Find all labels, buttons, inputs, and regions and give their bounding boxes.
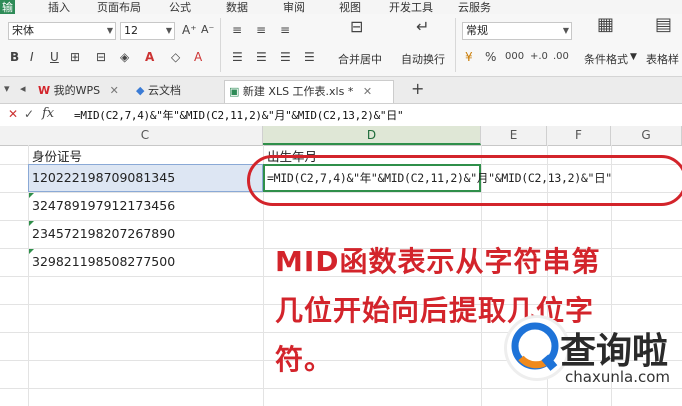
align-center-icon[interactable]: ☰ bbox=[256, 50, 267, 64]
cell-c1[interactable]: 身份证号 bbox=[32, 146, 82, 165]
font-grow-icon[interactable]: A⁺ bbox=[182, 23, 197, 37]
font-name-select[interactable]: 宋体 ▼ bbox=[8, 22, 116, 40]
font-shrink-icon[interactable]: A⁻ bbox=[201, 23, 214, 37]
column-header-e[interactable]: E bbox=[481, 126, 547, 145]
align-bottom-icon[interactable]: ≡ bbox=[280, 23, 290, 37]
spell-check-icon[interactable]: A bbox=[194, 50, 202, 64]
tab-cloud-doc[interactable]: ◆ 云文档 bbox=[136, 80, 218, 102]
cloud-doc-icon: ◆ bbox=[136, 84, 145, 97]
back-icon[interactable]: ◂ bbox=[20, 82, 26, 95]
tab-new-xls[interactable]: ▣ 新建 XLS 工作表.xls * ✕ bbox=[224, 80, 394, 103]
conditional-format-icon[interactable]: ▦ bbox=[597, 16, 614, 34]
tab-label: 新建 XLS 工作表.xls * bbox=[242, 85, 354, 98]
menu-review[interactable]: 审阅 bbox=[283, 0, 305, 15]
chevron-down-icon: ▼ bbox=[106, 26, 113, 35]
number-format-select[interactable]: 常规 ▼ bbox=[462, 22, 572, 40]
formula-input[interactable]: =MID(C2,7,4)&"年"&MID(C2,11,2)&"月"&MID(C2… bbox=[74, 107, 404, 123]
menu-developer[interactable]: 开发工具 bbox=[389, 0, 433, 15]
ribbon-divider bbox=[220, 18, 221, 72]
cell-c5[interactable]: 329821198508277500 bbox=[32, 254, 175, 269]
chevron-down-icon[interactable]: ▼ bbox=[630, 52, 637, 62]
border-icon[interactable]: ⊞ bbox=[70, 50, 80, 64]
merge-center-label[interactable]: 合并居中 bbox=[338, 51, 382, 67]
menu-page-layout[interactable]: 页面布局 bbox=[97, 0, 141, 15]
sheet-icon: ▣ bbox=[229, 85, 240, 98]
ribbon-divider bbox=[455, 18, 456, 72]
close-icon[interactable]: ✕ bbox=[110, 84, 119, 97]
chevron-down-icon: ▼ bbox=[165, 26, 172, 35]
wrap-text-icon[interactable]: ↵ bbox=[416, 19, 429, 35]
menu-icon[interactable]: ▾ bbox=[4, 82, 10, 95]
thousands-icon[interactable]: 000 bbox=[505, 50, 524, 64]
underline-icon[interactable]: U bbox=[50, 50, 59, 64]
font-name-value: 宋体 bbox=[12, 24, 34, 37]
align-middle-icon[interactable]: ≡ bbox=[256, 23, 266, 37]
new-tab-icon[interactable]: + bbox=[411, 79, 424, 98]
logo-q-icon bbox=[511, 322, 559, 371]
percent-icon[interactable]: % bbox=[485, 50, 496, 64]
column-header-g[interactable]: G bbox=[611, 126, 682, 145]
table-style-label[interactable]: 表格样 bbox=[646, 51, 679, 67]
ribbon-toolbar: 宋体 ▼ 12 ▼ A⁺ A⁻ B I U ⊞ ⊟ ◈ A ◇ A ≡ ≡ ≡ … bbox=[0, 14, 682, 77]
align-right-icon[interactable]: ☰ bbox=[280, 50, 291, 64]
cell-c2[interactable]: 120222198709081345 bbox=[32, 170, 175, 185]
align-top-icon[interactable]: ≡ bbox=[232, 23, 242, 37]
number-format-value: 常规 bbox=[466, 24, 488, 37]
logo-name: 查询啦 bbox=[560, 331, 669, 372]
tab-my-wps[interactable]: W 我的WPS ✕ bbox=[38, 80, 130, 102]
merge-cells-icon[interactable]: ⊟ bbox=[96, 50, 106, 64]
cell-c3[interactable]: 324789197912173456 bbox=[32, 198, 175, 213]
annotation-line-3: 符。 bbox=[275, 343, 334, 376]
cancel-icon[interactable]: ✕ bbox=[8, 107, 18, 121]
logo-domain: chaxunla.com bbox=[565, 368, 670, 386]
formula-bar: ✕ ✓ fx =MID(C2,7,4)&"年"&MID(C2,11,2)&"月"… bbox=[0, 104, 682, 127]
wrap-text-label[interactable]: 自动换行 bbox=[401, 51, 445, 67]
align-left-icon[interactable]: ☰ bbox=[232, 50, 243, 64]
clear-format-icon[interactable]: ◇ bbox=[171, 50, 180, 64]
column-header-d[interactable]: D bbox=[263, 126, 481, 145]
column-header-f[interactable]: F bbox=[547, 126, 611, 145]
column-header-c[interactable]: C bbox=[28, 126, 263, 145]
annotation-line-1: MID函数表示从字符串第 bbox=[275, 245, 601, 278]
font-size-select[interactable]: 12 ▼ bbox=[120, 22, 175, 40]
highlight-ellipse bbox=[247, 155, 682, 206]
font-color-icon[interactable]: A bbox=[145, 50, 154, 64]
close-icon[interactable]: ✕ bbox=[363, 85, 372, 98]
font-size-value: 12 bbox=[124, 24, 138, 37]
fill-color-icon[interactable]: ◈ bbox=[120, 50, 129, 64]
tab-label: 云文档 bbox=[147, 84, 181, 97]
currency-icon[interactable]: ¥ bbox=[465, 50, 473, 64]
chevron-down-icon: ▼ bbox=[562, 26, 569, 35]
fx-icon[interactable]: fx bbox=[42, 106, 54, 121]
merge-center-icon[interactable]: ⊟ bbox=[350, 19, 363, 35]
bold-icon[interactable]: B bbox=[10, 50, 19, 64]
tab-label: 我的WPS bbox=[53, 84, 101, 97]
wps-icon: W bbox=[38, 84, 51, 97]
distributed-align-icon[interactable]: ☰ bbox=[304, 50, 315, 64]
chaxunla-logo bbox=[507, 318, 567, 378]
column-headers: C D E F G bbox=[0, 126, 682, 146]
menu-view[interactable]: 视图 bbox=[339, 0, 361, 15]
menu-cloud-service[interactable]: 云服务 bbox=[458, 0, 491, 15]
menu-bar: 输 插入 页面布局 公式 数据 审阅 视图 开发工具 云服务 bbox=[0, 0, 682, 15]
increase-decimal-icon[interactable]: +.0 bbox=[530, 50, 548, 64]
table-style-icon[interactable]: ▤ bbox=[655, 16, 672, 34]
menu-start[interactable]: 输 bbox=[0, 0, 15, 15]
conditional-format-label[interactable]: 条件格式 bbox=[584, 51, 628, 67]
document-tabs-bar: ▾ ◂ W 我的WPS ✕ ◆ 云文档 ▣ 新建 XLS 工作表.xls * ✕… bbox=[0, 77, 682, 104]
menu-data[interactable]: 数据 bbox=[226, 0, 248, 15]
decrease-decimal-icon[interactable]: .00 bbox=[553, 50, 569, 64]
italic-icon[interactable]: I bbox=[30, 50, 34, 64]
confirm-icon[interactable]: ✓ bbox=[24, 107, 34, 121]
menu-insert[interactable]: 插入 bbox=[48, 0, 70, 15]
cell-c4[interactable]: 234572198207267890 bbox=[32, 226, 175, 241]
menu-formula[interactable]: 公式 bbox=[169, 0, 191, 15]
